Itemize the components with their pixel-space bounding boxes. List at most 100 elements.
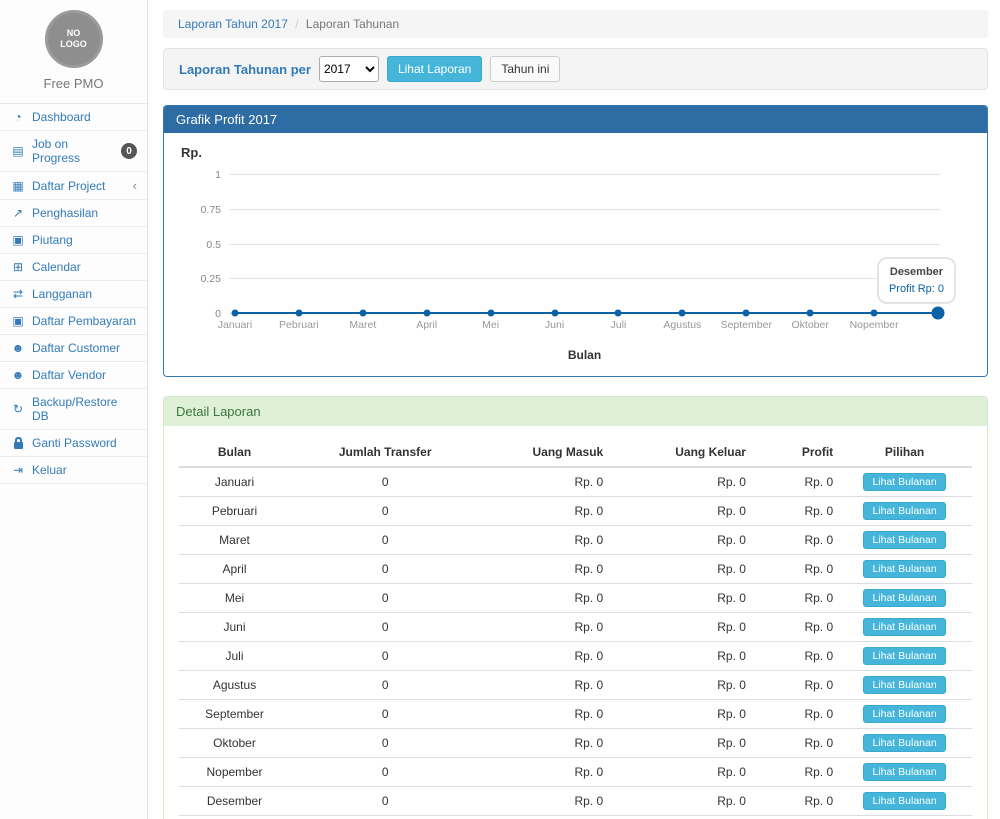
sidebar-item-daftar-customer[interactable]: ☻Daftar Customer: [0, 335, 147, 362]
sidebar-item-piutang[interactable]: ▣Piutang: [0, 227, 147, 254]
data-point-maret[interactable]: [359, 310, 366, 317]
filter-bar: Laporan Tahunan per 2017 Lihat Laporan T…: [163, 48, 988, 90]
chart-y-tick: 0: [181, 308, 221, 320]
sidebar-item-penghasilan[interactable]: ↗Penghasilan: [0, 200, 147, 227]
chart-x-tick: Nopember: [850, 319, 899, 331]
table-row: Nopember0Rp. 0Rp. 0Rp. 0Lihat Bulanan: [179, 758, 972, 787]
sidebar-item-daftar-vendor[interactable]: ☻Daftar Vendor: [0, 362, 147, 389]
lihat-bulanan-button[interactable]: Lihat Bulanan: [863, 792, 945, 810]
sidebar-item-job-on-progress[interactable]: ▤Job on Progress0: [0, 131, 147, 172]
cell-profit: Rp. 0: [750, 497, 837, 526]
sidebar-item-daftar-project[interactable]: ▦Daftar Project‹: [0, 172, 147, 200]
cell-uang-keluar: Rp. 0: [607, 467, 750, 497]
no-logo-image: NO LOGO: [45, 10, 103, 68]
cell-uang-masuk: Rp. 0: [480, 555, 607, 584]
cell-pilihan: Lihat Bulanan: [837, 787, 972, 816]
cell-profit: Rp. 0: [750, 526, 837, 555]
cell-bulan: Mei: [179, 584, 290, 613]
data-point-mei[interactable]: [487, 310, 494, 317]
chart-y-tick: 0.25: [181, 273, 221, 285]
cell-uang-keluar: Rp. 0: [607, 729, 750, 758]
chart-x-axis-title: Bulan: [229, 348, 940, 362]
table-row: Maret0Rp. 0Rp. 0Rp. 0Lihat Bulanan: [179, 526, 972, 555]
cell-jumlah-transfer: 0: [290, 526, 480, 555]
cell-uang-keluar: Rp. 0: [607, 671, 750, 700]
cell-pilihan: Lihat Bulanan: [837, 700, 972, 729]
table-row: Juni0Rp. 0Rp. 0Rp. 0Lihat Bulanan: [179, 613, 972, 642]
lihat-bulanan-button[interactable]: Lihat Bulanan: [863, 676, 945, 694]
breadcrumb-link[interactable]: Laporan Tahun 2017: [178, 17, 288, 31]
data-point-september[interactable]: [743, 310, 750, 317]
data-point-agustus[interactable]: [679, 310, 686, 317]
cell-bulan: Oktober: [179, 729, 290, 758]
app: NO LOGO Free PMO ◔Dashboard▤Job on Progr…: [0, 0, 1000, 819]
table-header-row: BulanJumlah TransferUang MasukUang Kelua…: [179, 438, 972, 467]
line-chart-icon: ↗: [10, 206, 26, 220]
sidebar-item-label: Piutang: [32, 233, 73, 247]
cell-jumlah-transfer: 0: [290, 758, 480, 787]
data-point-januari[interactable]: [232, 310, 239, 317]
sidebar-item-daftar-pembayaran[interactable]: ▣Daftar Pembayaran: [0, 308, 147, 335]
lihat-bulanan-button[interactable]: Lihat Bulanan: [863, 763, 945, 781]
table-row: Pebruari0Rp. 0Rp. 0Rp. 0Lihat Bulanan: [179, 497, 972, 526]
chart-panel-title: Grafik Profit 2017: [164, 106, 987, 133]
column-header-jumlah-transfer: Jumlah Transfer: [290, 438, 480, 467]
total-value: Rp. 0: [750, 816, 837, 819]
cell-bulan: Pebruari: [179, 497, 290, 526]
table-row: Januari0Rp. 0Rp. 0Rp. 0Lihat Bulanan: [179, 467, 972, 497]
sidebar-item-label: Daftar Project: [32, 179, 105, 193]
tooltip-title: Desember: [889, 264, 944, 281]
cell-bulan: Nopember: [179, 758, 290, 787]
sidebar-item-backup-restore-db[interactable]: ↻Backup/Restore DB: [0, 389, 147, 430]
data-point-nopember[interactable]: [871, 310, 878, 317]
data-point-juli[interactable]: [615, 310, 622, 317]
chart-x-tick: Agustus: [663, 319, 701, 331]
chart-x-tick: September: [721, 319, 772, 331]
table-row: Desember0Rp. 0Rp. 0Rp. 0Lihat Bulanan: [179, 787, 972, 816]
lihat-bulanan-button[interactable]: Lihat Bulanan: [863, 589, 945, 607]
tahun-ini-button[interactable]: Tahun ini: [490, 56, 560, 82]
sidebar-item-label: Langganan: [32, 287, 92, 301]
cell-bulan: Juni: [179, 613, 290, 642]
logo-text-line2: LOGO: [60, 39, 87, 50]
sidebar-item-label: Daftar Pembayaran: [32, 314, 136, 328]
cell-bulan: Desember: [179, 787, 290, 816]
chart-y-tick: 0.75: [181, 204, 221, 216]
lihat-bulanan-button[interactable]: Lihat Bulanan: [863, 734, 945, 752]
chart-dots: [235, 174, 938, 313]
sidebar-item-label: Keluar: [32, 463, 67, 477]
job-count-badge: 0: [121, 143, 137, 159]
data-point-april[interactable]: [423, 310, 430, 317]
data-point-oktober[interactable]: [807, 310, 814, 317]
cell-pilihan: Lihat Bulanan: [837, 613, 972, 642]
cell-profit: Rp. 0: [750, 584, 837, 613]
sidebar-item-langganan[interactable]: ⇄Langganan: [0, 281, 147, 308]
cell-bulan: Januari: [179, 467, 290, 497]
logo-text-line1: NO: [67, 28, 81, 39]
lihat-bulanan-button[interactable]: Lihat Bulanan: [863, 473, 945, 491]
data-point-pebruari[interactable]: [295, 310, 302, 317]
users-icon: ☻: [10, 341, 26, 355]
sidebar-item-ganti-password[interactable]: Ganti Password: [0, 430, 147, 457]
sidebar-item-dashboard[interactable]: ◔Dashboard: [0, 104, 147, 131]
lihat-laporan-button[interactable]: Lihat Laporan: [387, 56, 482, 82]
sidebar-item-label: Daftar Vendor: [32, 368, 106, 382]
lock-icon: [10, 437, 26, 449]
cell-jumlah-transfer: 0: [290, 787, 480, 816]
year-select[interactable]: 2017: [319, 56, 379, 82]
cell-pilihan: Lihat Bulanan: [837, 671, 972, 700]
data-point-juni[interactable]: [551, 310, 558, 317]
lihat-bulanan-button[interactable]: Lihat Bulanan: [863, 560, 945, 578]
cell-bulan: September: [179, 700, 290, 729]
column-header-uang-masuk: Uang Masuk: [480, 438, 607, 467]
lihat-bulanan-button[interactable]: Lihat Bulanan: [863, 531, 945, 549]
sidebar-item-keluar[interactable]: ⇥Keluar: [0, 457, 147, 484]
chart-x-tick: Maret: [349, 319, 376, 331]
cell-profit: Rp. 0: [750, 555, 837, 584]
lihat-bulanan-button[interactable]: Lihat Bulanan: [863, 618, 945, 636]
lihat-bulanan-button[interactable]: Lihat Bulanan: [863, 647, 945, 665]
lihat-bulanan-button[interactable]: Lihat Bulanan: [863, 502, 945, 520]
sidebar-item-calendar[interactable]: ⊞Calendar: [0, 254, 147, 281]
lihat-bulanan-button[interactable]: Lihat Bulanan: [863, 705, 945, 723]
cell-jumlah-transfer: 0: [290, 555, 480, 584]
